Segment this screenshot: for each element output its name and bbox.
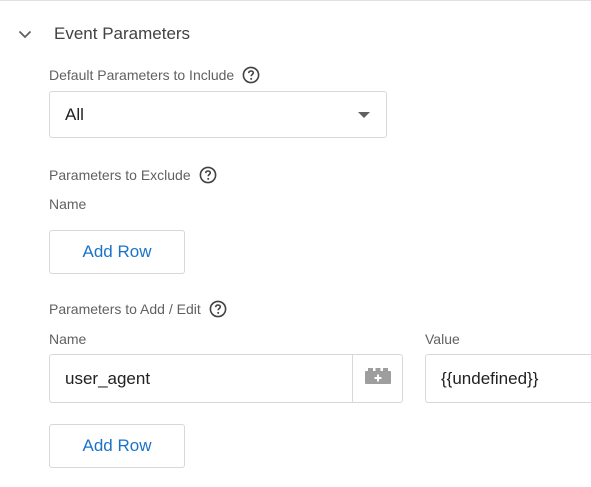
default-params-label: Default Parameters to Include: [49, 67, 235, 83]
param-name-input[interactable]: user_agent: [49, 354, 353, 403]
default-params-label-row: Default Parameters to Include: [49, 65, 260, 85]
exclude-label-row: Parameters to Exclude: [49, 165, 217, 185]
add-edit-add-row-button[interactable]: Add Row: [49, 424, 185, 468]
variable-brick-icon: [364, 367, 392, 390]
add-edit-label: Parameters to Add / Edit: [49, 301, 201, 317]
exclude-label: Parameters to Exclude: [49, 167, 191, 183]
help-icon[interactable]: [209, 300, 227, 318]
help-icon[interactable]: [242, 66, 260, 84]
exclude-name-column-label: Name: [49, 196, 87, 212]
default-params-selected-value: All: [65, 104, 84, 124]
exclude-add-row-button[interactable]: Add Row: [49, 230, 185, 274]
default-params-select[interactable]: All: [49, 91, 387, 138]
top-divider: [0, 0, 591, 1]
event-parameters-header[interactable]: Event Parameters: [15, 20, 190, 48]
add-edit-label-row: Parameters to Add / Edit: [49, 299, 227, 319]
add-edit-name-column-label: Name: [49, 331, 87, 347]
dropdown-arrow-icon: [358, 112, 370, 118]
chevron-down-icon[interactable]: [15, 24, 35, 44]
param-value-input[interactable]: {{undefined}}: [425, 354, 591, 403]
variable-picker-button[interactable]: [352, 354, 403, 403]
add-edit-value-column-label: Value: [425, 331, 460, 347]
section-title: Event Parameters: [54, 24, 191, 43]
help-icon[interactable]: [199, 166, 217, 184]
